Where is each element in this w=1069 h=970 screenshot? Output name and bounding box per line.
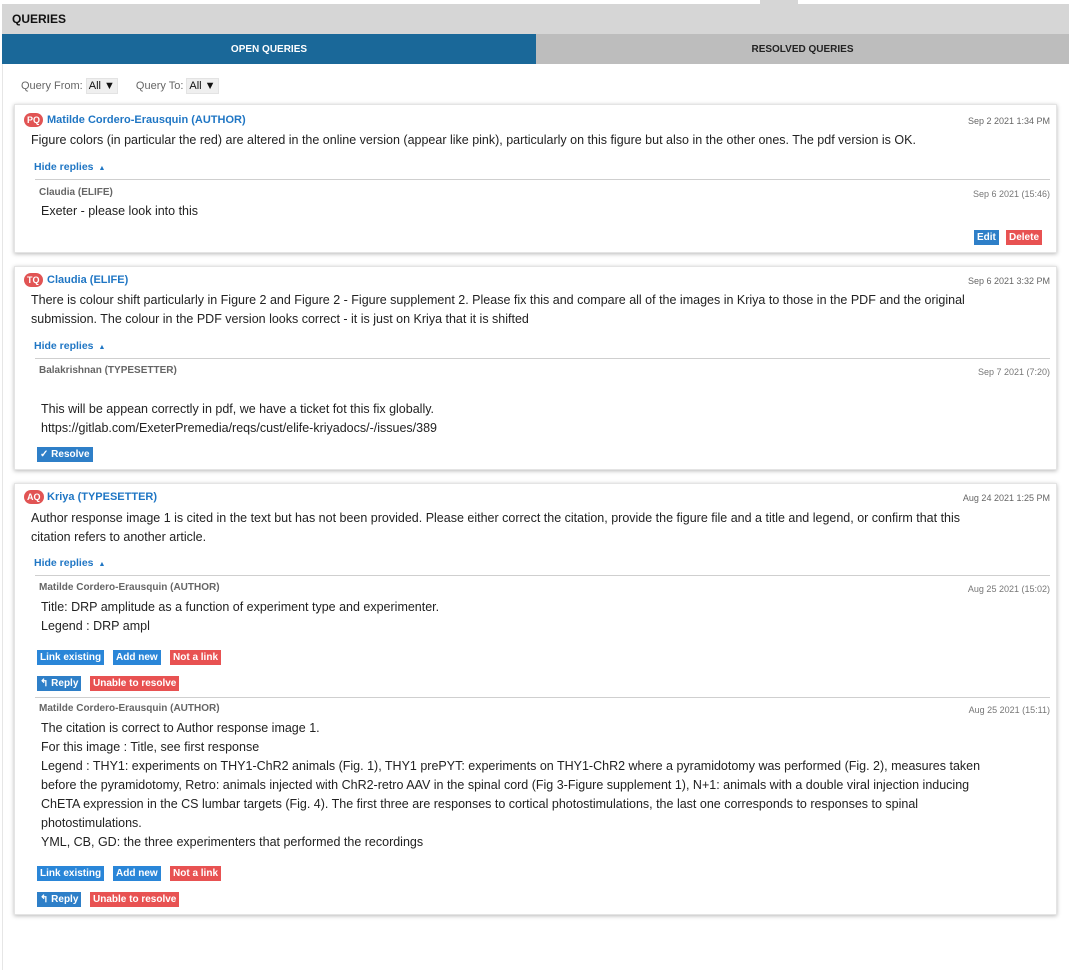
query-date: Aug 24 2021 1:25 PM (962, 493, 1050, 503)
reply-line: Legend : DRP ampl (41, 619, 150, 633)
reply-divider (35, 179, 1050, 180)
query-type-badge: PQ (24, 113, 44, 127)
reply-link: https://gitlab.com/ExeterPremedia/reqs/c… (41, 421, 438, 435)
reply-date: Aug 25 2021 (15:02) (967, 584, 1050, 594)
link-existing-button[interactable]: Link existing (37, 650, 105, 665)
edit-button[interactable]: Edit (974, 230, 999, 245)
query-from-select[interactable]: All ▼ (85, 78, 118, 94)
query-date: Sep 2 2021 1:34 PM (967, 116, 1050, 126)
query-author: Matilde Cordero-Erausquin (AUTHOR) (47, 114, 246, 126)
reply-date: Sep 7 2021 (7:20) (977, 367, 1050, 377)
query-text: Author response image 1 is cited in the … (31, 509, 1051, 547)
query-author: Claudia (ELIFE) (47, 274, 129, 286)
query-from-label: Query From: (21, 80, 83, 92)
panel-title: QUERIES (12, 12, 67, 26)
query-filters: Query From: All ▼ Query To: All ▼ (21, 78, 237, 94)
query-date: Sep 6 2021 3:32 PM (967, 276, 1050, 286)
query-author: Kriya (TYPESETTER) (47, 491, 158, 503)
query-text-line: citation refers to another article. (31, 530, 207, 544)
reply-line: Legend : THY1: experiments on THY1-ChR2 … (41, 759, 981, 773)
caret-up-icon: ▲ (98, 561, 106, 568)
reply-divider (35, 358, 1050, 359)
query-type-badge: AQ (24, 490, 44, 504)
reply-text: The citation is correct to Author respon… (41, 719, 1051, 852)
not-a-link-button[interactable]: Not a link (170, 866, 222, 881)
reply-date: Sep 6 2021 (15:46) (972, 189, 1050, 199)
query-text: There is colour shift particularly in Fi… (31, 291, 1051, 329)
hide-replies-toggle[interactable]: Hide replies ▲ (34, 340, 105, 352)
query-text-line: There is colour shift particularly in Fi… (31, 293, 965, 307)
reply-author: Claudia (ELIFE) (39, 187, 113, 198)
hide-replies-toggle[interactable]: Hide replies ▲ (34, 161, 105, 173)
query-tabs: OPEN QUERIES RESOLVED QUERIES (2, 34, 1069, 64)
query-card-aq: AQ Kriya (TYPESETTER) Aug 24 2021 1:25 P… (14, 483, 1057, 915)
tab-resolved-queries[interactable]: RESOLVED QUERIES (536, 34, 1069, 64)
query-to-label: Query To: (135, 80, 184, 92)
query-text-line: submission. The colour in the PDF versio… (31, 312, 529, 326)
reply-line: This will be appean correctly in pdf, we… (41, 402, 435, 416)
caret-up-icon: ▲ (98, 344, 106, 351)
queries-panel-header: QUERIES (2, 4, 1069, 34)
query-text: Figure colors (in particular the red) ar… (31, 133, 916, 147)
query-card-tq: TQ Claudia (ELIFE) Sep 6 2021 3:32 PM Th… (14, 266, 1057, 470)
left-border (2, 64, 3, 970)
unable-to-resolve-button[interactable]: Unable to resolve (90, 892, 180, 907)
add-new-button[interactable]: Add new (113, 650, 161, 665)
reply-line: ChETA expression in the CS lumbar target… (41, 797, 919, 811)
unable-to-resolve-button[interactable]: Unable to resolve (90, 676, 180, 691)
delete-button[interactable]: Delete (1006, 230, 1043, 245)
reply-line: The citation is correct to Author respon… (41, 721, 320, 735)
reply-line: YML, CB, GD: the three experimenters tha… (41, 835, 424, 849)
caret-up-icon: ▲ (98, 165, 106, 172)
tab-open-queries[interactable]: OPEN QUERIES (2, 34, 536, 64)
resolve-button[interactable]: ✓ Resolve (37, 447, 93, 462)
hide-replies-toggle[interactable]: Hide replies ▲ (34, 557, 105, 569)
reply-line: photostimulations. (41, 816, 142, 830)
reply-line: For this image : Title, see first respon… (41, 740, 260, 754)
reply-author: Balakrishnan (TYPESETTER) (39, 365, 177, 376)
reply-button[interactable]: ↰ Reply (37, 892, 82, 907)
reply-author: Matilde Cordero-Erausquin (AUTHOR) (39, 703, 220, 714)
reply-divider (35, 575, 1050, 576)
query-to-select[interactable]: All ▼ (186, 78, 219, 94)
reply-button[interactable]: ↰ Reply (37, 676, 82, 691)
link-existing-button[interactable]: Link existing (37, 866, 105, 881)
reply-author: Matilde Cordero-Erausquin (AUTHOR) (39, 582, 220, 593)
reply-text: This will be appean correctly in pdf, we… (41, 400, 1051, 438)
hide-replies-label: Hide replies (34, 161, 94, 173)
reply-text: Title: DRP amplitude as a function of ex… (41, 598, 1051, 636)
reply-text: Exeter - please look into this (41, 202, 1051, 221)
hide-replies-label: Hide replies (34, 557, 94, 569)
reply-line: Exeter - please look into this (41, 204, 199, 218)
not-a-link-button[interactable]: Not a link (170, 650, 222, 665)
query-text-line: Author response image 1 is cited in the … (31, 511, 961, 525)
query-type-badge: TQ (24, 273, 43, 287)
reply-date: Aug 25 2021 (15:11) (968, 705, 1050, 715)
reply-line: before the pyramidotomy, Retro: animals … (41, 778, 970, 792)
reply-divider (35, 697, 1050, 698)
query-card-pq: PQ Matilde Cordero-Erausquin (AUTHOR) Se… (14, 104, 1057, 253)
reply-line: Title: DRP amplitude as a function of ex… (41, 600, 440, 614)
add-new-button[interactable]: Add new (113, 866, 161, 881)
hide-replies-label: Hide replies (34, 340, 94, 352)
